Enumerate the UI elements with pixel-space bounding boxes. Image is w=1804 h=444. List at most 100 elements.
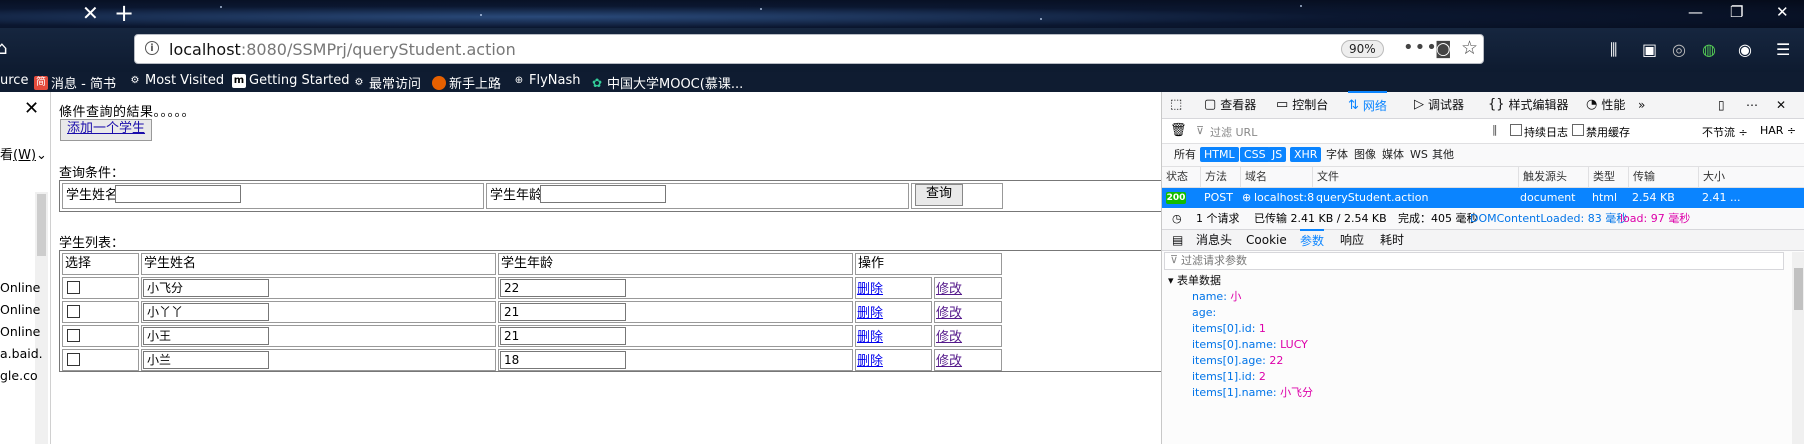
dock-icon[interactable]: ▯	[1718, 92, 1725, 118]
student-age-input[interactable]: 18	[500, 351, 626, 369]
url-text[interactable]: localhost:8080/SSMPrj/queryStudent.actio…	[169, 40, 516, 59]
close-devtools-icon[interactable]: ✕	[1776, 92, 1786, 118]
bookmark-star-icon[interactable]: ☆	[1461, 37, 1478, 59]
pocket-icon[interactable]: ◙	[1435, 39, 1452, 59]
extension-icon[interactable]: ◎	[1672, 40, 1686, 59]
close-window-icon[interactable]: ✕	[1776, 3, 1789, 21]
pause-icon[interactable]: ‖	[1492, 123, 1498, 136]
sidebar-item[interactable]: Online	[0, 302, 40, 317]
edit-link[interactable]: 修改	[936, 326, 962, 345]
page-actions-icon[interactable]: •••	[1403, 37, 1438, 58]
type-filter-css[interactable]: CSS	[1240, 147, 1270, 162]
tab-performance[interactable]: ◔ 性能	[1586, 92, 1625, 118]
bookmark-item[interactable]: 简 消息 - 简书	[34, 73, 116, 92]
tab-headers[interactable]: 消息头	[1196, 230, 1232, 250]
type-filter-fonts[interactable]: 字体	[1322, 147, 1352, 162]
tab-inspector[interactable]: ▢ 查看器	[1204, 92, 1256, 118]
type-filter-other[interactable]: 其他	[1428, 147, 1458, 162]
query-name-input[interactable]	[115, 185, 241, 203]
menu-icon[interactable]: ☰	[1776, 40, 1790, 59]
column-header[interactable]: 方法	[1200, 167, 1240, 187]
column-header[interactable]: 文件	[1312, 167, 1518, 187]
bookmark-item[interactable]: ⚙ 最常访问	[352, 73, 422, 93]
new-tab-button[interactable]: +	[114, 0, 134, 26]
tab-cookie[interactable]: Cookie	[1246, 230, 1287, 250]
query-button[interactable]: 查询	[915, 184, 964, 206]
row-checkbox[interactable]	[67, 281, 80, 294]
column-header[interactable]: 传输	[1628, 167, 1698, 187]
extension-icon[interactable]: ◍	[1702, 40, 1716, 59]
restore-icon[interactable]: ❐	[1730, 3, 1743, 21]
more-tabs-icon[interactable]: »	[1638, 92, 1645, 118]
student-age-input[interactable]: 21	[500, 327, 626, 345]
tab-response[interactable]: 响应	[1340, 230, 1364, 250]
close-sidebar-icon[interactable]: ✕	[24, 98, 39, 119]
edit-link[interactable]: 修改	[936, 278, 962, 297]
row-checkbox[interactable]	[67, 305, 80, 318]
tab-console[interactable]: ▭ 控制台	[1276, 92, 1328, 118]
panel-toggle-icon[interactable]: ▤	[1172, 230, 1183, 250]
delete-link[interactable]: 删除	[857, 302, 883, 321]
row-checkbox[interactable]	[67, 329, 80, 342]
student-age-input[interactable]: 22	[500, 279, 626, 297]
student-name-input[interactable]: 小王	[143, 327, 269, 345]
tab-debugger[interactable]: ▷ 调试器	[1414, 92, 1464, 118]
column-header[interactable]: 类型	[1588, 167, 1628, 187]
delete-link[interactable]: 删除	[857, 326, 883, 345]
column-header[interactable]: 状态	[1162, 167, 1200, 187]
filter-url-input[interactable]: 过滤 URL	[1210, 124, 1257, 140]
type-filter-all[interactable]: 所有	[1170, 147, 1200, 162]
sidebar-menu[interactable]: 看(W)⌄	[0, 144, 47, 163]
element-picker-icon[interactable]: ⬚	[1170, 92, 1182, 118]
type-filter-html[interactable]: HTML	[1200, 147, 1239, 162]
scrollbar-thumb[interactable]	[1794, 268, 1803, 310]
minimize-icon[interactable]: —	[1688, 3, 1703, 21]
sidebar-item[interactable]: a.baid.	[0, 346, 43, 361]
bookmark-item[interactable]: ✿ 中国大学MOOC(慕课...	[590, 73, 743, 93]
sidebar-item[interactable]: Online	[0, 280, 40, 295]
type-filter-media[interactable]: 媒体	[1378, 147, 1408, 162]
zoom-badge[interactable]: 90%	[1341, 40, 1384, 58]
bookmark-item[interactable]: ⊕ FlyNash	[512, 73, 581, 88]
edit-link[interactable]: 修改	[936, 350, 962, 369]
bookmark-fragment[interactable]: urce	[0, 73, 28, 88]
devtools-menu-icon[interactable]: ⋯	[1746, 92, 1758, 118]
type-filter-js[interactable]: JS	[1268, 147, 1287, 162]
tab-style-editor[interactable]: {} 样式编辑器	[1488, 92, 1569, 118]
column-header[interactable]: 触发源头	[1518, 167, 1588, 187]
student-age-input[interactable]: 21	[500, 303, 626, 321]
add-student-button[interactable]: 添加一个学生	[60, 119, 153, 141]
delete-link[interactable]: 删除	[857, 278, 883, 297]
tab-network[interactable]: ⇅ 网络	[1348, 91, 1387, 119]
library-icon[interactable]: ⫼	[1610, 40, 1617, 60]
har-select[interactable]: HAR ÷	[1760, 124, 1796, 137]
edit-link[interactable]: 修改	[936, 302, 962, 321]
disable-cache-checkbox[interactable]	[1572, 124, 1584, 136]
account-icon[interactable]: ◉	[1738, 40, 1752, 59]
close-tab-icon[interactable]: ✕	[82, 2, 99, 24]
tab-params[interactable]: 参数	[1300, 229, 1325, 251]
student-name-input[interactable]: 小飞分	[143, 279, 269, 297]
bookmark-item[interactable]: ⚙ Most Visited	[128, 73, 225, 88]
student-name-input[interactable]: 小兰	[143, 351, 269, 369]
delete-link[interactable]: 删除	[857, 350, 883, 369]
column-header[interactable]: 域名	[1240, 167, 1312, 187]
trash-icon[interactable]: 🗑	[1170, 123, 1187, 138]
info-icon[interactable]: i	[145, 41, 159, 55]
scrollbar-thumb[interactable]	[37, 194, 46, 256]
request-row[interactable]: 200 POST ⊕ localhost:8... queryStudent.a…	[1162, 188, 1804, 208]
row-checkbox[interactable]	[67, 353, 80, 366]
bookmark-item[interactable]: 新手上路	[432, 73, 501, 92]
bookmark-item[interactable]: m Getting Started	[232, 73, 350, 88]
query-age-input[interactable]	[540, 185, 666, 203]
home-icon[interactable]: ⌂	[0, 38, 7, 59]
sidebar-item[interactable]: Online	[0, 324, 40, 339]
type-filter-images[interactable]: 图像	[1350, 147, 1380, 162]
type-filter-xhr[interactable]: XHR	[1290, 147, 1322, 162]
param-filter-input[interactable]: 过滤请求参数	[1164, 252, 1784, 270]
column-header[interactable]: 大小	[1698, 167, 1804, 187]
url-bar[interactable]: i localhost:8080/SSMPrj/queryStudent.act…	[134, 34, 1484, 64]
tab-timings[interactable]: 耗时	[1380, 230, 1404, 250]
throttle-select[interactable]: 不节流 ÷	[1702, 124, 1748, 140]
persist-log-checkbox[interactable]	[1510, 124, 1522, 136]
